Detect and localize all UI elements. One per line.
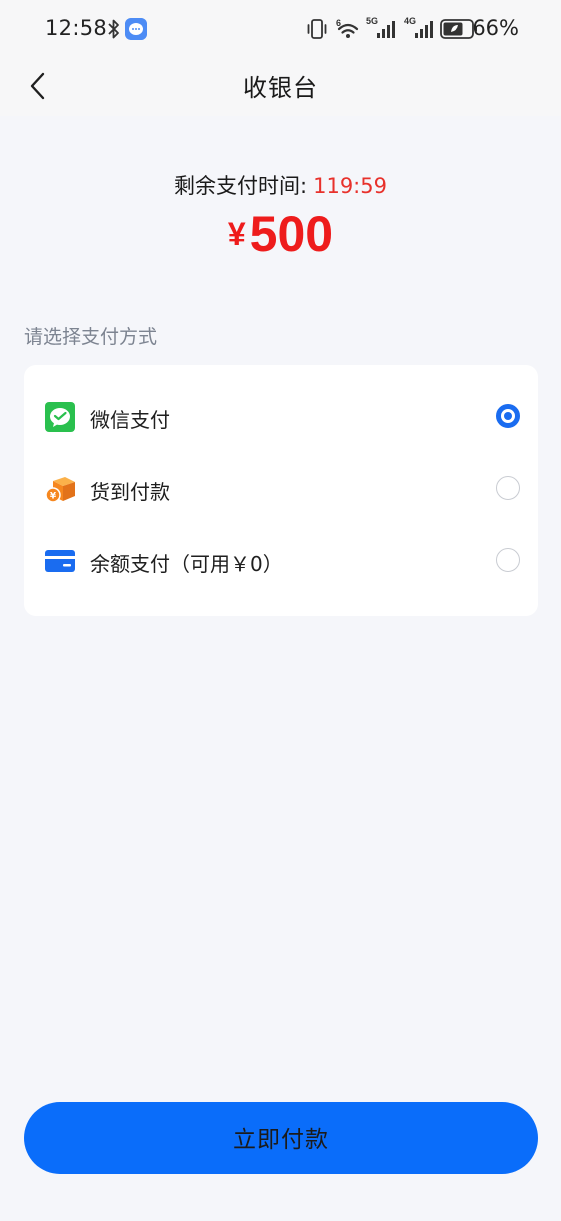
timer-value: 119:59 (313, 174, 387, 198)
radio-unselected[interactable] (496, 476, 520, 500)
vibrate-icon (307, 19, 327, 39)
wifi-icon: 6 (336, 18, 359, 38)
nav-bar: 收银台 (0, 58, 561, 116)
payment-amount: ¥500 (0, 205, 561, 263)
pay-now-button[interactable]: 立即付款 (24, 1102, 538, 1174)
payment-option-wechat[interactable]: 微信支付 (24, 382, 538, 454)
payment-option-label: 微信支付 (90, 408, 170, 432)
balance-card-icon (45, 550, 75, 572)
status-time: 12:58 (45, 16, 108, 40)
message-icon (125, 18, 147, 40)
payment-method-section-title: 请选择支付方式 (24, 326, 158, 348)
svg-text:6: 6 (336, 18, 341, 28)
page-title: 收银台 (243, 74, 318, 102)
svg-text:¥: ¥ (50, 492, 57, 502)
payment-option-cod[interactable]: ¥ 货到付款 (24, 454, 538, 526)
payment-option-balance[interactable]: 余额支付（可用￥0） (24, 526, 538, 598)
amount-value: 500 (249, 206, 334, 262)
payment-timer: 剩余支付时间: 119:59 (0, 170, 561, 200)
cash-on-delivery-icon: ¥ (45, 477, 75, 503)
timer-label: 剩余支付时间: (174, 174, 308, 198)
bluetooth-icon (108, 19, 119, 39)
payment-option-label: 货到付款 (90, 480, 170, 504)
signal-4g-icon: 4G (404, 16, 436, 42)
payment-option-label: 余额支付（可用￥0） (90, 552, 283, 576)
status-bar: 12:58 6 5G 4G 66% (0, 0, 561, 58)
wechat-pay-icon (45, 402, 75, 432)
radio-selected[interactable] (496, 404, 520, 428)
signal-5g-icon: 5G (366, 16, 398, 42)
payment-method-list: 微信支付 ¥ 货到付款 余额支付（可用￥0） (24, 365, 538, 616)
battery-percent: 66% (472, 16, 519, 40)
radio-unselected[interactable] (496, 548, 520, 572)
currency-symbol: ¥ (227, 216, 246, 252)
